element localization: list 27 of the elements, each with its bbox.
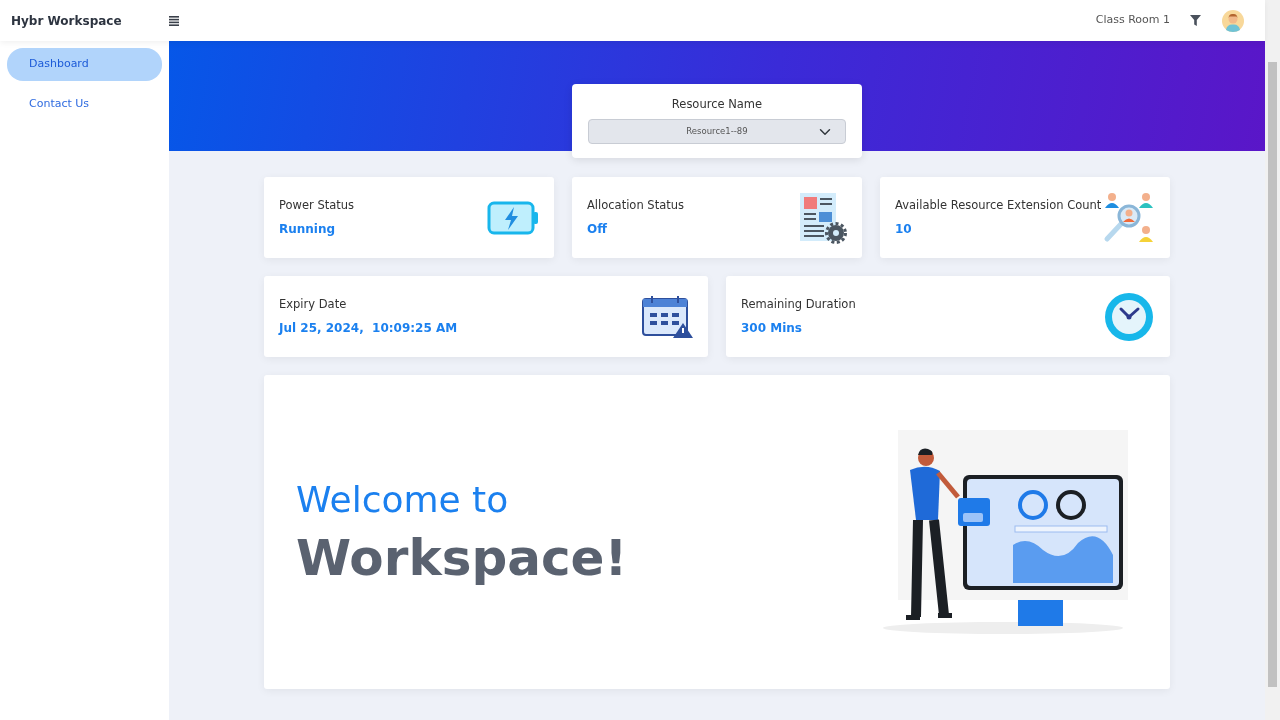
location-label[interactable]: Class Room 1: [1095, 12, 1170, 29]
card-value: Jul 25, 2024, 10:09:25 AM: [279, 319, 458, 337]
sidebar-item[interactable]: Contact Us: [7, 87, 162, 120]
menu-icon[interactable]: [169, 15, 179, 26]
calendar-warning-icon: [641, 294, 693, 339]
avatar-icon[interactable]: [1221, 8, 1245, 33]
app-title: Hybr Workspace: [10, 12, 123, 30]
clock-icon: [1103, 290, 1155, 343]
sidebar-item[interactable]: Dashboard: [7, 48, 162, 81]
card-label: Power Status: [279, 197, 355, 215]
resource-select[interactable]: Resource1--89: [588, 119, 846, 144]
card-label: Expiry Date: [279, 296, 348, 314]
field-label: Resource Name: [670, 96, 764, 113]
card-value: Running: [279, 220, 337, 238]
welcome-title: Workspace!: [296, 531, 628, 587]
welcome-heading: Welcome to: [296, 477, 510, 522]
document-settings-icon: [799, 191, 847, 244]
card-label: Available Resource Extension Count: [895, 197, 1102, 215]
card-value: Off: [587, 220, 608, 238]
people-search-icon: [1103, 191, 1155, 244]
battery-icon: [487, 200, 539, 235]
card-value: 300 Mins: [741, 319, 803, 337]
card-label: Allocation Status: [587, 197, 684, 215]
filter-icon[interactable]: [1190, 15, 1201, 26]
card-label: Remaining Duration: [741, 296, 856, 314]
card-value: 10: [895, 220, 913, 238]
scrollbar-thumb[interactable]: [1268, 62, 1277, 687]
